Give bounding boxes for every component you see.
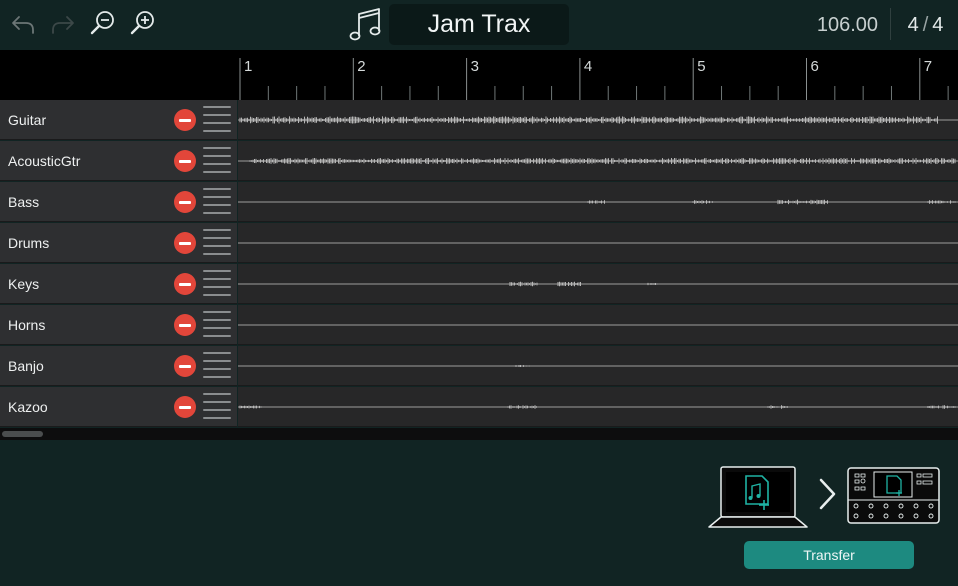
track-name: Banjo [8, 358, 44, 374]
track-row[interactable]: Banjo [0, 346, 958, 386]
track-name: Bass [8, 194, 40, 210]
zoom-in-icon[interactable] [128, 8, 158, 38]
ruler-bar-number: 2 [357, 58, 366, 75]
tempo-value[interactable]: 106.00 [812, 14, 878, 37]
waveform [238, 365, 958, 367]
chevron-right-icon [819, 478, 836, 510]
track-lane[interactable] [238, 182, 958, 222]
zoom-out-icon[interactable] [88, 8, 118, 38]
horizontal-scrollbar[interactable] [0, 428, 958, 440]
reorder-handle-icon[interactable] [203, 106, 231, 132]
ruler-corner [0, 50, 238, 100]
top-toolbar: Jam Trax 106.00 4/4 [0, 0, 958, 50]
toolbar-divider [890, 8, 891, 40]
track-name: Kazoo [8, 399, 48, 415]
music-note-icon[interactable] [348, 5, 384, 43]
track-header[interactable]: Keys [0, 264, 237, 304]
track-lane[interactable] [238, 100, 958, 140]
waveform-segment [927, 200, 956, 204]
track-header[interactable]: Drums [0, 223, 237, 263]
track-row[interactable]: AcousticGtr [0, 141, 958, 181]
track-header[interactable]: Horns [0, 305, 237, 345]
waveform-segment [647, 282, 658, 286]
waveform-segment [927, 405, 956, 409]
waveform [238, 116, 958, 124]
track-header[interactable]: Kazoo [0, 387, 237, 427]
time-signature-numerator: 4 [907, 14, 920, 36]
waveform [238, 324, 958, 326]
waveform [238, 405, 958, 409]
reorder-handle-icon[interactable] [203, 270, 231, 296]
time-signature-separator: / [922, 14, 930, 36]
ruler-bar-number: 4 [583, 58, 593, 75]
waveform [238, 242, 958, 244]
track-name: Drums [8, 235, 50, 251]
time-signature-denominator: 4 [932, 14, 945, 36]
track-lane[interactable] [238, 346, 958, 386]
waveform-segment [239, 405, 262, 409]
ruler-bar-number: 6 [810, 58, 819, 75]
song-title-field[interactable]: Jam Trax [389, 4, 569, 45]
reorder-handle-icon[interactable] [203, 352, 231, 378]
reorder-handle-icon[interactable] [203, 188, 231, 214]
time-signature[interactable]: 4/4 [898, 14, 954, 37]
reorder-handle-icon[interactable] [203, 311, 231, 337]
remove-track-button[interactable] [174, 191, 196, 213]
ruler-bar-number: 3 [470, 58, 479, 75]
track-row[interactable]: Kazoo [0, 387, 958, 427]
track-header[interactable]: Guitar [0, 100, 237, 140]
track-lane[interactable] [238, 264, 958, 304]
reorder-handle-icon[interactable] [203, 229, 231, 255]
remove-track-button[interactable] [174, 396, 196, 418]
remove-track-button[interactable] [174, 355, 196, 377]
waveform [238, 199, 958, 205]
track-lane[interactable] [238, 141, 958, 181]
ruler-bar-number: 5 [697, 58, 706, 75]
transfer-illustration [708, 466, 940, 528]
ruler-bar-number: 7 [923, 58, 933, 75]
track-name: Horns [8, 317, 46, 333]
track-name: Guitar [8, 112, 47, 128]
track-row[interactable]: Horns [0, 305, 958, 345]
track-lane[interactable] [238, 223, 958, 263]
track-row[interactable]: Bass [0, 182, 958, 222]
undo-icon[interactable] [8, 8, 38, 38]
remove-track-button[interactable] [174, 314, 196, 336]
track-lane[interactable] [238, 387, 958, 427]
waveform [238, 281, 958, 287]
waveform [238, 158, 958, 164]
remove-track-button[interactable] [174, 150, 196, 172]
track-lane[interactable] [238, 305, 958, 345]
laptop-with-file-icon [708, 466, 808, 528]
bottom-panel: Transfer [0, 440, 958, 586]
track-header[interactable]: Bass [0, 182, 237, 222]
track-row[interactable]: Keys [0, 264, 958, 304]
song-title: Jam Trax [427, 10, 531, 38]
scrollbar-thumb[interactable] [2, 431, 43, 437]
reorder-handle-icon[interactable] [203, 393, 231, 419]
reorder-handle-icon[interactable] [203, 147, 231, 173]
remove-track-button[interactable] [174, 109, 196, 131]
track-name: Keys [8, 276, 40, 292]
waveform-segment [509, 281, 538, 287]
ruler-bar-number: 1 [244, 58, 253, 75]
track-list: Guitar AcousticGtr Bass Drums Keys Horns Banjo… [0, 100, 958, 428]
remove-track-button[interactable] [174, 232, 196, 254]
track-row[interactable]: Drums [0, 223, 958, 263]
transfer-button[interactable]: Transfer [744, 541, 914, 569]
track-row[interactable]: Guitar [0, 100, 958, 140]
remove-track-button[interactable] [174, 273, 196, 295]
track-header[interactable]: AcousticGtr [0, 141, 237, 181]
redo-icon[interactable] [48, 8, 78, 38]
pedal-device-icon [847, 467, 940, 524]
timeline-ruler[interactable]: 1 2 3 4 5 6 7 [238, 50, 958, 100]
track-header[interactable]: Banjo [0, 346, 237, 386]
track-name: AcousticGtr [8, 153, 81, 169]
